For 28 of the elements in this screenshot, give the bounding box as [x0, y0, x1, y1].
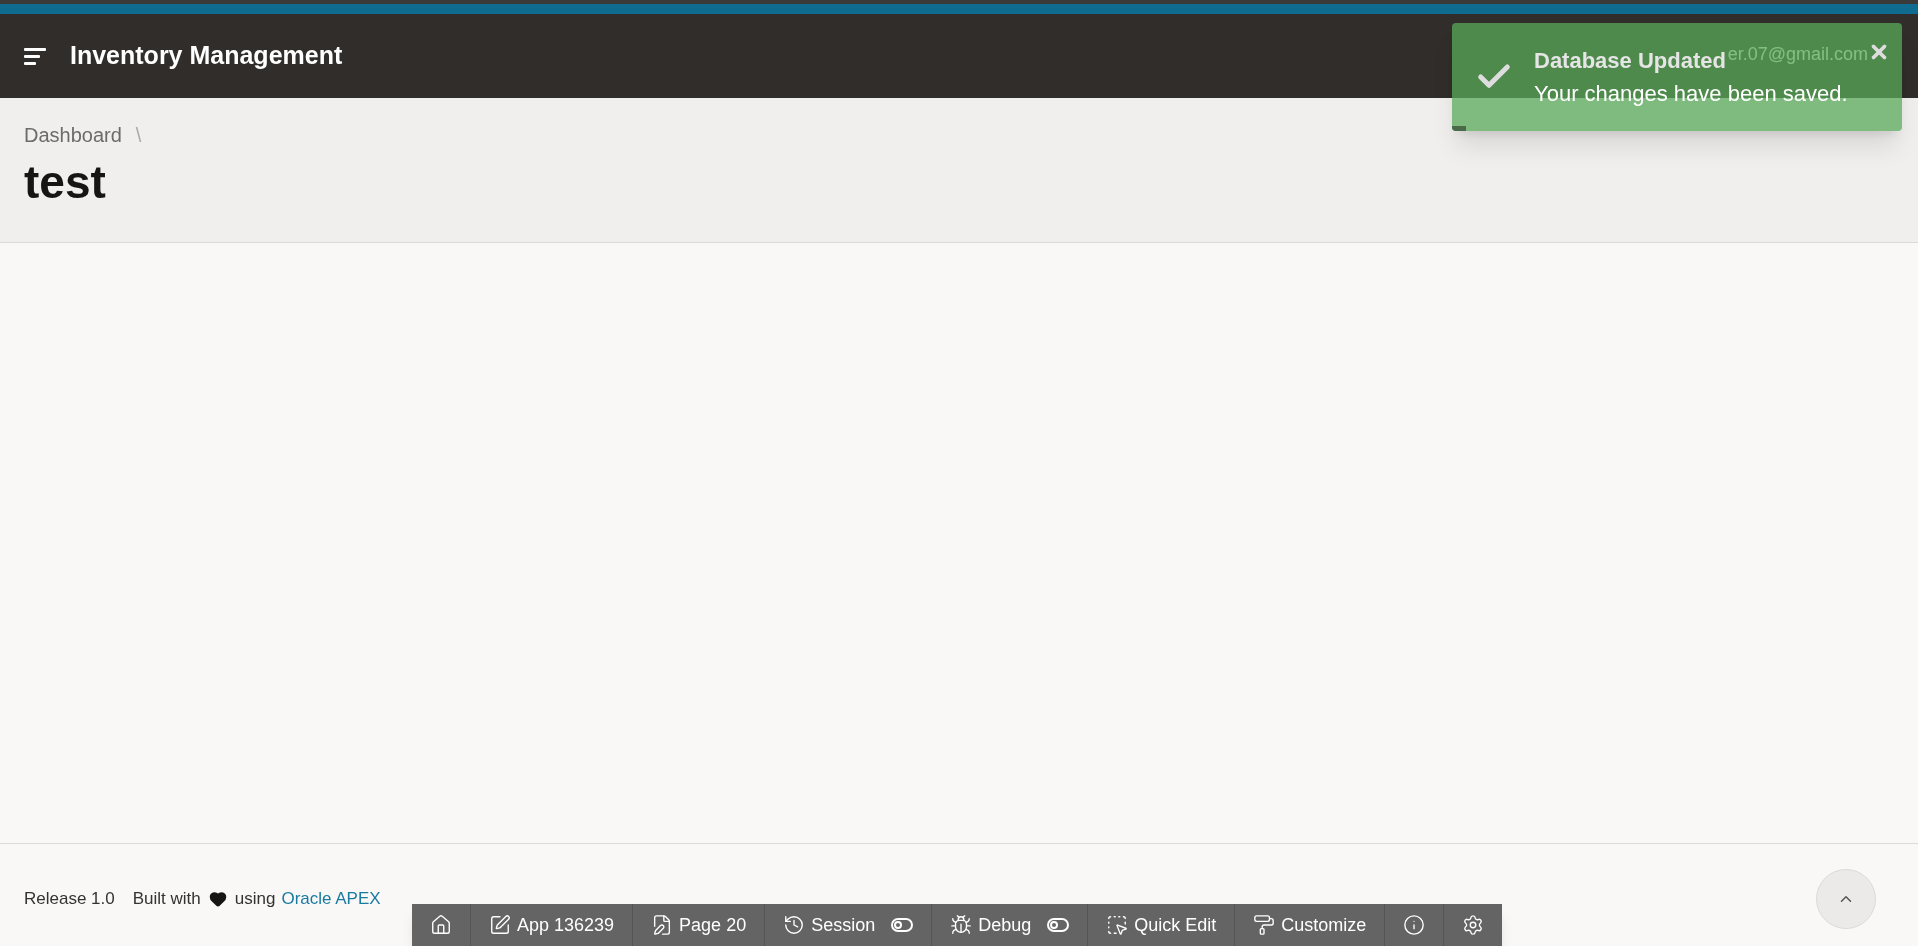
menu-icon[interactable]: [24, 47, 48, 65]
clock-icon: [783, 914, 806, 936]
toolbar-button[interactable]: Debug: [932, 904, 1089, 946]
built-with-text: Built with: [132, 888, 201, 911]
toolbar-button[interactable]: Customize: [1235, 904, 1386, 946]
app-title[interactable]: Inventory Management: [70, 37, 343, 75]
toggle-switch[interactable]: [1047, 918, 1070, 932]
cursor-icon: [1106, 914, 1129, 936]
notification-message: Your changes have been saved.: [1534, 80, 1848, 108]
breadcrumb-separator: \: [135, 123, 142, 148]
paint-roller-icon: [1253, 914, 1276, 936]
toolbar-button[interactable]: Page 20: [633, 904, 766, 946]
home-icon: [430, 914, 452, 936]
notification-title: Database Updated: [1534, 47, 1726, 75]
page-title: test: [24, 155, 107, 210]
toolbar-button[interactable]: Session: [765, 904, 933, 946]
toolbar-button[interactable]: Quick Edit: [1088, 904, 1236, 946]
bug-icon: [950, 914, 973, 936]
info-icon: [1403, 914, 1426, 936]
breadcrumb-link[interactable]: Dashboard: [24, 120, 122, 150]
release-text: Release 1.0: [24, 888, 115, 911]
settings-icon: [1462, 914, 1485, 936]
oracle-apex-link[interactable]: Oracle APEX: [281, 886, 381, 912]
toggle-switch[interactable]: [891, 918, 914, 932]
heart-icon: [208, 890, 227, 908]
using-text: using: [234, 888, 276, 911]
toolbar-button[interactable]: App 136239: [471, 904, 634, 946]
pencil-square-icon: [489, 914, 511, 936]
